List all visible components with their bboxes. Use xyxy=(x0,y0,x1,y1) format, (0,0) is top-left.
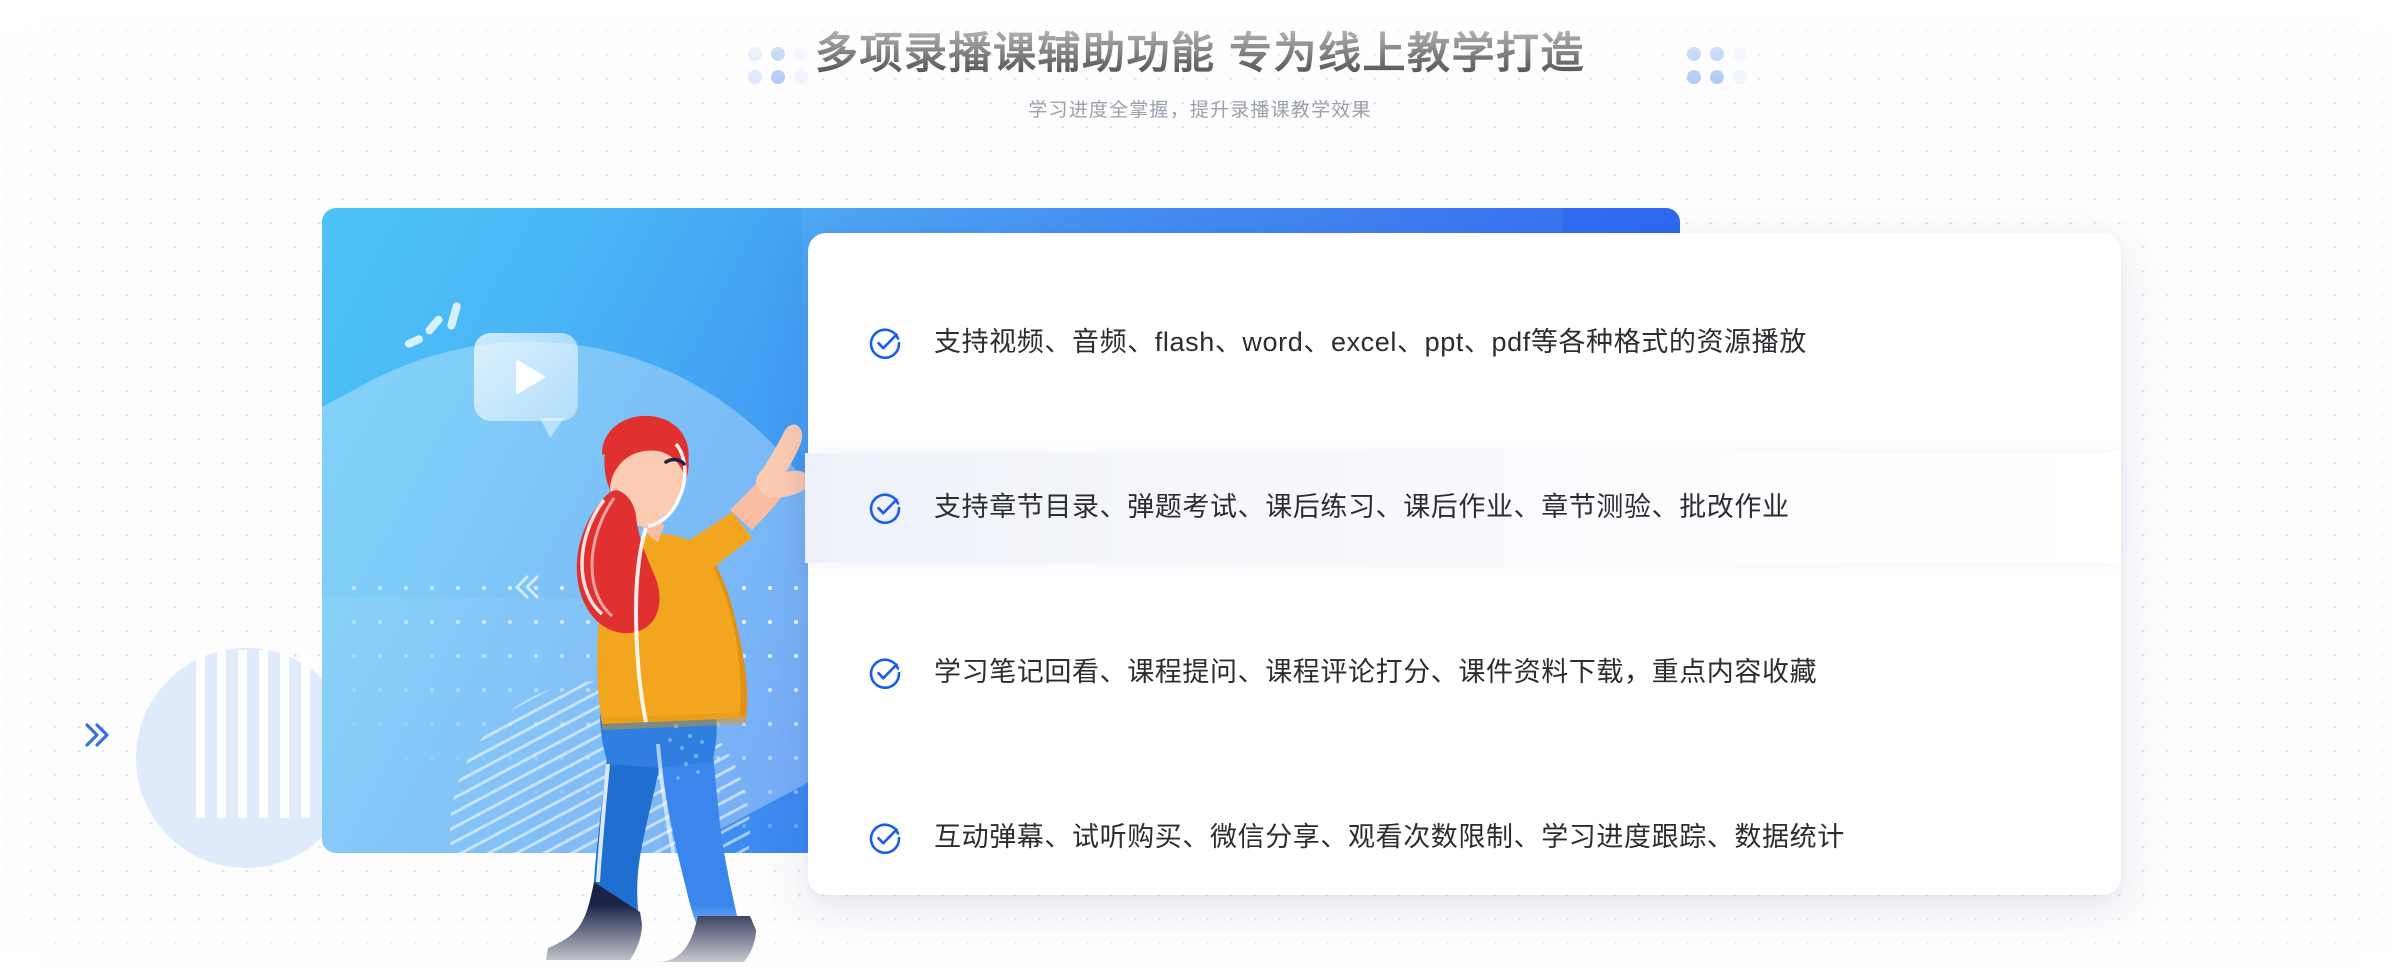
spark-line xyxy=(423,314,445,336)
feature-card: 支持视频、音频、flash、word、excel、ppt、pdf等各种格式的资源… xyxy=(805,233,2121,895)
play-triangle-icon xyxy=(516,359,546,395)
check-circle-icon xyxy=(869,328,901,359)
page-title: 多项录播课辅助功能 专为线上教学打造 xyxy=(815,30,1585,78)
spark-line xyxy=(446,301,462,331)
feature-item-active[interactable]: 支持章节目录、弹题考试、课后练习、课后作业、章节测验、批改作业 xyxy=(805,453,2121,563)
spark-line xyxy=(403,333,425,350)
feature-list: 支持视频、音频、flash、word、excel、ppt、pdf等各种格式的资源… xyxy=(805,233,2121,895)
feature-text: 学习笔记回看、课程提问、课程评论打分、课件资料下载，重点内容收藏 xyxy=(934,657,1818,688)
feature-text: 支持视频、音频、flash、word、excel、ppt、pdf等各种格式的资源… xyxy=(934,327,1807,358)
header: 多项录播课辅助功能 专为线上教学打造 学习进度全掌握，提升录播课教学效果 xyxy=(0,0,2400,124)
chevron-double-right-icon xyxy=(85,723,109,747)
feature-item[interactable]: 支持视频、音频、flash、word、excel、ppt、pdf等各种格式的资源… xyxy=(808,288,2121,398)
feature-item[interactable]: 学习笔记回看、课程提问、课程评论打分、课件资料下载，重点内容收藏 xyxy=(808,618,2121,728)
feature-item[interactable]: 互动弹幕、试听购买、微信分享、观看次数限制、学习进度跟踪、数据统计 xyxy=(808,783,2121,893)
page-subtitle: 学习进度全掌握，提升录播课教学效果 xyxy=(1028,99,1372,121)
check-circle-icon xyxy=(869,658,901,689)
feature-text: 支持章节目录、弹题考试、课后练习、课后作业、章节测验、批改作业 xyxy=(934,492,1790,523)
check-circle-icon xyxy=(869,493,901,524)
character-illustration xyxy=(546,415,809,962)
feature-text: 互动弹幕、试听购买、微信分享、观看次数限制、学习进度跟踪、数据统计 xyxy=(934,822,1845,853)
page-stage: 多项录播课辅助功能 专为线上教学打造 学习进度全掌握，提升录播课教学效果 支持视… xyxy=(0,0,2400,974)
check-circle-icon xyxy=(869,823,901,854)
